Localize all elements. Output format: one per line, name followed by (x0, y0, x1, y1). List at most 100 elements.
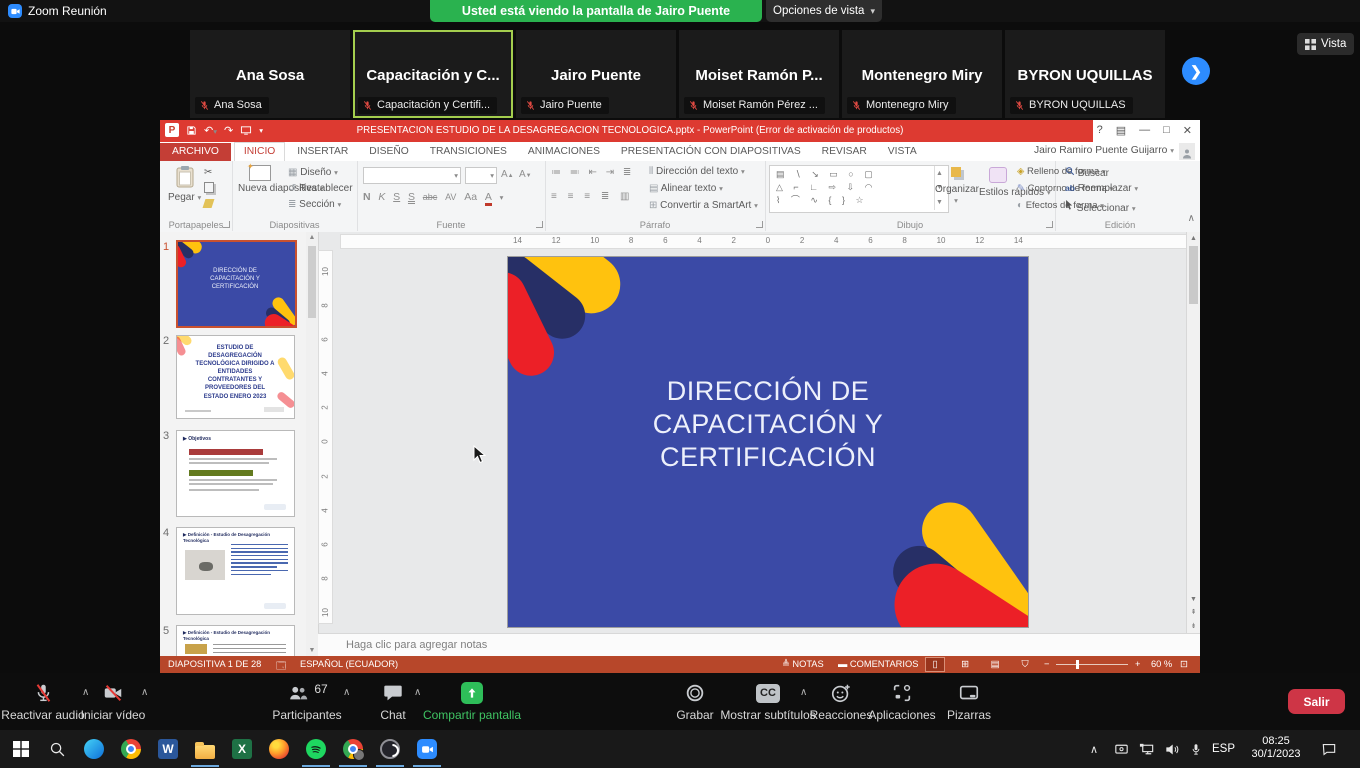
design-layout-button[interactable]: ▦ Diseño ▾ (288, 167, 338, 178)
zoom-out-icon[interactable]: − (1044, 659, 1049, 669)
text-direction-button[interactable]: ⫴ Dirección del texto ▾ (649, 166, 745, 177)
zoom-in-icon[interactable]: + (1135, 659, 1140, 669)
collapse-ribbon-icon[interactable]: ∧ (1188, 213, 1195, 224)
alignment-icons[interactable]: ≡ ≡ ≡ ≣ ▥ (551, 191, 633, 202)
firefox-icon[interactable] (266, 736, 292, 762)
notifications-icon[interactable] (1320, 730, 1338, 768)
normal-view-button[interactable]: ▯ (925, 657, 945, 672)
slide-thumbnail-2[interactable]: ESTUDIO DE DESAGREGACIÓN TECNOLÓGICA DIR… (176, 335, 295, 419)
comments-toggle[interactable]: ▬ COMENTARIOS (838, 659, 918, 669)
view-options-button[interactable]: Opciones de vista▾ (766, 0, 882, 22)
tab-transiciones[interactable]: TRANSICIONES (421, 143, 516, 161)
start-slideshow-icon[interactable] (240, 125, 252, 136)
shrink-font-icon[interactable]: A▼ (519, 169, 532, 180)
help-icon[interactable]: ? (1097, 124, 1103, 137)
format-painter-icon[interactable] (204, 199, 213, 211)
align-text-button[interactable]: ▤ Alinear texto ▾ (649, 183, 723, 194)
slide-canvas[interactable]: DIRECCIÓN DE CAPACITACIÓN Y CERTIFICACIÓ… (507, 256, 1029, 628)
strikethrough-button[interactable]: abc (423, 192, 438, 202)
close-icon[interactable]: ✕ (1183, 124, 1192, 137)
whiteboards-button[interactable]: Pizarras (926, 679, 1012, 722)
slide-scrollbar[interactable]: ▲ ▼ ⇞ ⇟ (1186, 232, 1200, 633)
replace-button[interactable]: ab Reemplazar ▾ (1065, 183, 1138, 194)
vista-button[interactable]: Vista (1297, 33, 1354, 55)
participant-tile[interactable]: Ana Sosa Ana Sosa (190, 30, 350, 118)
dialog-launcher-icon[interactable] (756, 221, 763, 228)
start-button[interactable] (8, 736, 34, 762)
participant-tile-active-speaker[interactable]: Capacitación y C... Capacitación y Certi… (353, 30, 513, 118)
participant-tile[interactable]: Moiset Ramón P... Moiset Ramón Pérez ... (679, 30, 839, 118)
tab-archivo[interactable]: ARCHIVO (160, 143, 231, 161)
cut-icon[interactable]: ✂ (204, 167, 212, 178)
participant-tile[interactable]: Montenegro Miry Montenegro Miry (842, 30, 1002, 118)
ribbon-options-icon[interactable]: ▤ (1116, 124, 1126, 137)
language-status[interactable]: ESPAÑOL (ECUADOR) (300, 659, 398, 669)
language-indicator[interactable]: ESP (1212, 730, 1235, 768)
smartart-button[interactable]: ⊞ Convertir a SmartArt ▾ (649, 200, 758, 211)
shapes-gallery[interactable]: ▤ ∖ ↘ ▭ ○ ▢ △ ⌐ ∟ ⇨ ⇩ ◠ ⌇ ⌒ ∿ { } ☆ ▲▼▼ (769, 165, 949, 213)
leave-meeting-button[interactable]: Salir (1288, 689, 1345, 714)
section-button[interactable]: ≣ Sección ▾ (288, 199, 341, 210)
dialog-launcher-icon[interactable] (223, 221, 230, 228)
zoom-percentage[interactable]: 60 % (1151, 659, 1172, 669)
participant-tile[interactable]: Jairo Puente Jairo Puente (516, 30, 676, 118)
tab-animaciones[interactable]: ANIMACIONES (519, 143, 609, 161)
fit-to-window-icon[interactable]: ⊡ (1180, 659, 1188, 670)
font-name-combobox[interactable]: ▾ (363, 167, 461, 184)
tab-vista[interactable]: VISTA (879, 143, 926, 161)
slide-thumbnail-5[interactable]: ▶ Definición - Estudio de Desagregación … (176, 625, 295, 656)
slide-thumbnail-1[interactable]: DIRECCIÓN DE CAPACITACIÓN Y CERTIFICACIÓ… (176, 240, 297, 328)
shadow-button[interactable]: S (408, 191, 415, 203)
copy-icon[interactable] (204, 182, 214, 196)
font-size-combobox[interactable]: ▾ (465, 167, 497, 184)
slide-title-text[interactable]: DIRECCIÓN DE CAPACITACIÓN Y CERTIFICACIÓ… (598, 375, 938, 474)
reset-button[interactable]: ↺ Restablecer (288, 183, 353, 194)
select-button[interactable]: Seleccionar ▾ (1065, 200, 1136, 214)
slide-sorter-view-button[interactable]: ⊞ (955, 657, 975, 672)
tab-inicio[interactable]: INICIO (234, 142, 285, 162)
slide-thumbnail-4[interactable]: ▶ Definición - Estudio de Desagregación … (176, 527, 295, 615)
zoom-slider[interactable] (1056, 664, 1128, 665)
notes-toggle[interactable]: ≜ NOTAS (782, 659, 824, 670)
dialog-launcher-icon[interactable] (1046, 221, 1053, 228)
spotify-icon[interactable] (303, 736, 329, 762)
tray-chevron-icon[interactable]: ∧ (1090, 730, 1098, 768)
screen-recorder-tray-icon[interactable] (1113, 730, 1130, 768)
paste-button[interactable]: Pegar ▾ (168, 165, 201, 203)
avatar[interactable] (1179, 143, 1195, 160)
excel-icon[interactable]: X (229, 736, 255, 762)
participants-chevron[interactable]: ∧ (343, 687, 350, 698)
minimize-icon[interactable]: — (1139, 124, 1150, 137)
volume-tray-icon[interactable] (1163, 730, 1181, 768)
participants-button[interactable]: 67 Participantes (263, 679, 351, 722)
dialog-launcher-icon[interactable] (536, 221, 543, 228)
tab-diseno[interactable]: DISEÑO (360, 143, 417, 161)
find-button[interactable]: Buscar (1065, 166, 1109, 179)
zoom-taskbar-icon[interactable] (414, 736, 440, 762)
font-color-button[interactable]: A (485, 191, 492, 206)
word-icon[interactable]: W (155, 736, 181, 762)
slide-thumbnail-3[interactable]: ▶ Objetivos (176, 430, 295, 517)
obs-icon[interactable] (377, 736, 403, 762)
italic-button[interactable]: K (378, 191, 385, 203)
underline-button[interactable]: S (393, 191, 400, 203)
next-participants-button[interactable]: ❯ (1182, 57, 1210, 85)
participant-tile[interactable]: BYRON UQUILLAS BYRON UQUILLAS (1005, 30, 1165, 118)
tab-presentacion[interactable]: PRESENTACIÓN CON DIAPOSITIVAS (612, 143, 810, 161)
slideshow-view-button[interactable]: ⛉ (1015, 657, 1035, 672)
save-icon[interactable] (186, 125, 197, 136)
tab-revisar[interactable]: REVISAR (813, 143, 876, 161)
arrange-button[interactable]: Organizar▾ (935, 167, 977, 206)
share-screen-button[interactable]: Compartir pantalla (415, 679, 529, 722)
bold-button[interactable]: N (363, 191, 371, 203)
tab-insertar[interactable]: INSERTAR (288, 143, 357, 161)
restore-icon[interactable]: □ (1163, 124, 1170, 137)
edge-icon[interactable] (81, 736, 107, 762)
notes-pane[interactable]: Haga clic para agregar notas (318, 633, 1200, 656)
microphone-tray-icon[interactable] (1189, 730, 1203, 768)
reading-view-button[interactable]: ▤ (985, 657, 1005, 672)
grow-font-icon[interactable]: A▲ (501, 169, 514, 180)
list-indent-icons[interactable]: ≔ ≕ ⇤ ⇥ ≣ (551, 167, 634, 178)
network-tray-icon[interactable] (1138, 730, 1156, 768)
quick-styles-button[interactable]: Estilos rápidos ▾ (979, 167, 1017, 198)
